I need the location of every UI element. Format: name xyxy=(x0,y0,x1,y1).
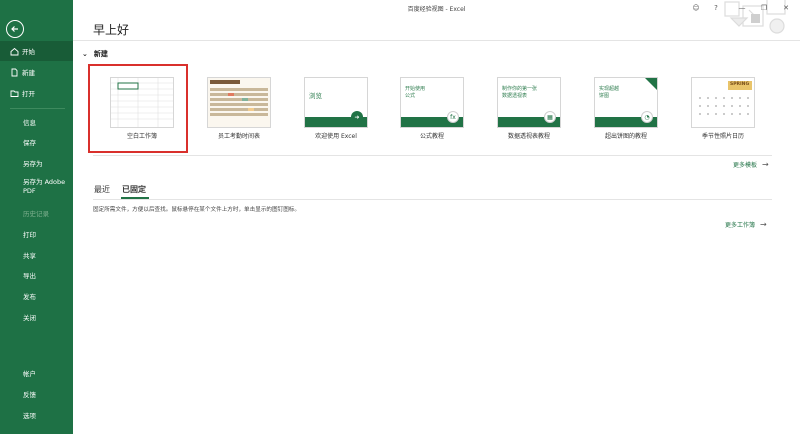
sidebar-item-options[interactable]: 选项 xyxy=(0,405,73,425)
sidebar-item-account[interactable]: 帐户 xyxy=(0,363,73,383)
header-divider xyxy=(73,40,800,41)
pinned-empty-hint: 固定所需文件，方便以后查找。鼠标悬停在某个文件上方时，单击显示的图钉图标。 xyxy=(93,207,300,213)
sidebar-item-info[interactable]: 信息 xyxy=(0,112,73,132)
pivot-table-icon: ▦ xyxy=(544,111,556,123)
minimize-button[interactable]: — xyxy=(736,2,748,14)
back-arrow-icon[interactable] xyxy=(6,20,24,38)
thumbnail-text: 开始使用 公式 xyxy=(405,86,426,99)
arrow-right-icon: ➜ xyxy=(351,111,363,123)
restore-button[interactable]: ❐ xyxy=(758,2,770,14)
help-icon[interactable]: ? xyxy=(710,2,722,14)
sidebar-item-label: 开始 xyxy=(22,48,35,56)
more-workbooks-link[interactable]: 更多工作簿 → xyxy=(725,220,767,229)
sidebar-item-label: 新建 xyxy=(22,69,35,77)
template-label: 超出饼图的教程 xyxy=(604,133,647,140)
template-label: 季节性照片日历 xyxy=(701,133,744,140)
template-beyond-pie-tutorial[interactable]: 实现超越 饼图 ◔ xyxy=(594,77,658,128)
more-templates-label: 更多模板 xyxy=(733,162,758,169)
thumbnail-text: 浏览 xyxy=(309,92,322,100)
more-templates-link[interactable]: 更多模板 → xyxy=(733,160,769,169)
tabs-divider xyxy=(93,199,772,200)
template-label: 员工考勤时间表 xyxy=(217,133,260,140)
template-label: 数据透视表教程 xyxy=(507,133,550,140)
thumbnail-text: 实现超越 饼图 xyxy=(599,86,620,99)
home-icon xyxy=(10,47,19,56)
sidebar-item-save-as[interactable]: 另存为 xyxy=(0,153,73,173)
attendance-thumbnail xyxy=(208,78,270,127)
sidebar-item-home[interactable]: 开始 xyxy=(0,41,73,61)
sidebar-item-new[interactable]: 新建 xyxy=(0,62,73,82)
template-label: 欢迎使用 Excel xyxy=(315,133,357,140)
new-section-header[interactable]: ⌄ 新建 xyxy=(82,49,108,59)
folder-icon xyxy=(10,89,19,98)
template-attendance-timesheet[interactable] xyxy=(207,77,271,128)
section-divider xyxy=(93,155,772,156)
smiley-feedback-icon[interactable]: ☺ xyxy=(690,2,702,14)
new-section-title: 新建 xyxy=(93,50,108,58)
corner-accent xyxy=(645,78,657,90)
template-formula-tutorial[interactable]: 开始使用 公式 fx xyxy=(400,77,464,128)
sidebar-item-feedback[interactable]: 反馈 xyxy=(0,384,73,404)
chevron-down-icon: ⌄ xyxy=(82,50,88,58)
fx-icon: fx xyxy=(447,111,459,123)
sidebar-item-label: 打开 xyxy=(22,90,35,98)
sidebar-item-save-as-pdf[interactable]: 另存为 Adobe PDF xyxy=(0,178,73,204)
tab-pinned[interactable]: 已固定 xyxy=(122,184,146,195)
pie-chart-icon: ◔ xyxy=(641,111,653,123)
arrow-right-icon: → xyxy=(762,160,769,169)
template-seasonal-photo-calendar[interactable]: SPRING xyxy=(691,77,755,128)
sidebar-divider xyxy=(10,108,65,109)
sidebar-item-open[interactable]: 打开 xyxy=(0,83,73,103)
close-button[interactable]: ✕ xyxy=(780,2,792,14)
calendar-thumb-title: SPRING xyxy=(730,82,750,87)
sidebar-item-publish[interactable]: 发布 xyxy=(0,286,73,306)
new-file-icon xyxy=(10,68,19,77)
backstage-sidebar: 开始 新建 打开 信息 保存 另存为 另存为 Adobe PDF 历史记录 打印… xyxy=(0,0,73,434)
thumbnail-text: 制作你的第一张 数据透视表 xyxy=(502,86,538,99)
more-workbooks-label: 更多工作簿 xyxy=(725,222,756,229)
template-label: 公式教程 xyxy=(419,133,444,140)
arrow-right-icon: → xyxy=(760,220,767,229)
greeting-heading: 早上好 xyxy=(93,23,130,37)
tab-recent[interactable]: 最近 xyxy=(94,184,110,195)
sidebar-item-close[interactable]: 关闭 xyxy=(0,307,73,327)
sidebar-item-save[interactable]: 保存 xyxy=(0,132,73,152)
sidebar-item-export[interactable]: 导出 xyxy=(0,265,73,285)
template-pivot-tutorial[interactable]: 制作你的第一张 数据透视表 ▦ xyxy=(497,77,561,128)
sidebar-item-history: 历史记录 xyxy=(23,210,49,218)
template-welcome-excel[interactable]: 浏览 ➜ xyxy=(304,77,368,128)
sidebar-item-share[interactable]: 共享 xyxy=(0,245,73,265)
annotation-red-box xyxy=(88,64,188,153)
sidebar-item-print[interactable]: 打印 xyxy=(0,224,73,244)
